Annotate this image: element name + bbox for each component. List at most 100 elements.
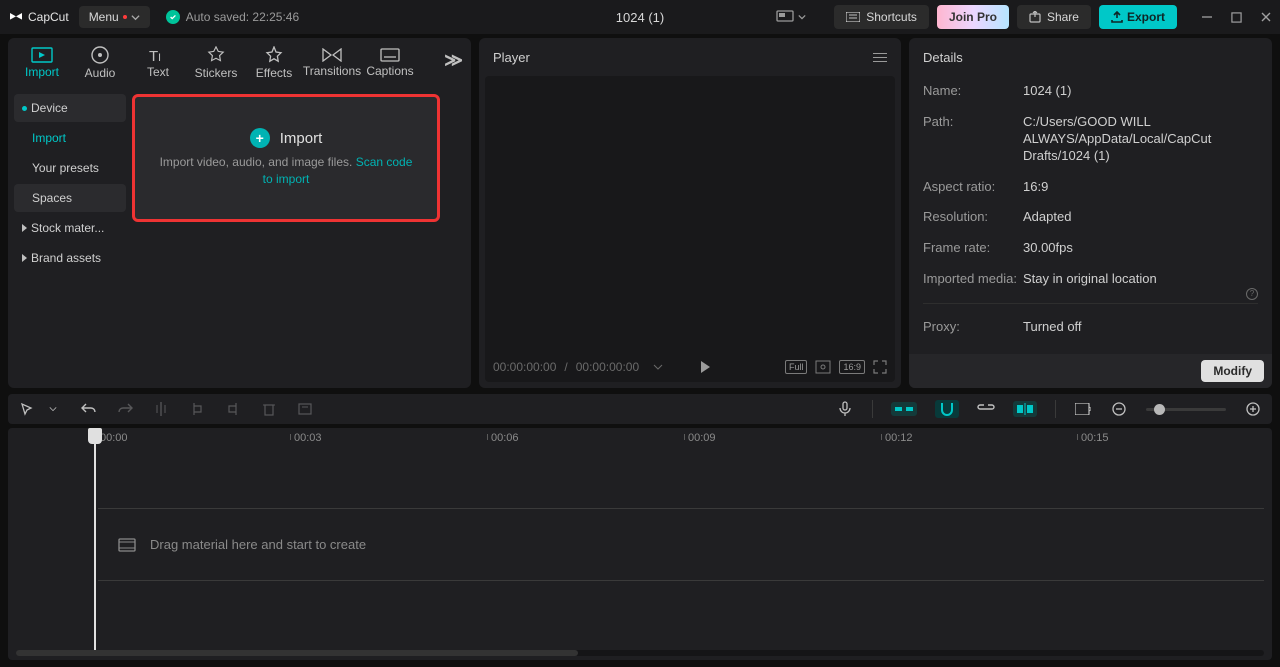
import-icon xyxy=(31,47,53,63)
tree-label: Device xyxy=(31,101,68,115)
full-button[interactable]: Full xyxy=(785,360,808,374)
modify-button[interactable]: Modify xyxy=(1201,360,1264,382)
mic-button[interactable] xyxy=(836,400,854,418)
viewport-ratio-button[interactable] xyxy=(776,10,826,24)
trim-left-tool[interactable] xyxy=(188,400,206,418)
detail-res-label: Resolution: xyxy=(923,209,1023,226)
brand-text: CapCut xyxy=(28,10,69,24)
tree-presets[interactable]: Your presets xyxy=(14,154,126,182)
tab-label: Captions xyxy=(366,64,413,78)
cursor-dropdown[interactable] xyxy=(44,400,62,418)
export-button[interactable]: Export xyxy=(1099,5,1177,29)
share-label: Share xyxy=(1047,10,1079,24)
time-current: 00:00:00:00 xyxy=(493,360,556,374)
tree-import[interactable]: Import xyxy=(14,124,126,152)
export-label: Export xyxy=(1127,10,1165,24)
export-icon xyxy=(1111,11,1123,23)
chevron-down-icon xyxy=(131,13,140,22)
tree-spaces[interactable]: Spaces xyxy=(14,184,126,212)
split-tool[interactable] xyxy=(152,400,170,418)
tab-text[interactable]: TI Text xyxy=(130,40,186,86)
tab-captions[interactable]: Captions xyxy=(362,40,418,86)
timeline[interactable]: 00:00 00:03 00:06 00:09 00:12 00:15 Drag… xyxy=(8,428,1272,660)
zoom-out-button[interactable] xyxy=(1110,400,1128,418)
track-area[interactable]: Drag material here and start to create xyxy=(98,508,1264,588)
tab-label: Import xyxy=(25,65,59,79)
tab-label: Stickers xyxy=(195,66,238,80)
chevron-down-icon[interactable] xyxy=(653,362,663,372)
ratio-button[interactable]: 16:9 xyxy=(839,360,865,374)
join-pro-button[interactable]: Join Pro xyxy=(937,5,1009,29)
svg-text:T: T xyxy=(149,48,158,63)
tree-stock[interactable]: Stock mater... xyxy=(14,214,126,242)
tab-stickers[interactable]: Stickers xyxy=(188,40,244,86)
text-icon: TI xyxy=(149,47,167,63)
ruler-tick: 00:15 xyxy=(1081,432,1109,444)
timeline-ruler[interactable]: 00:00 00:03 00:06 00:09 00:12 00:15 xyxy=(8,428,1272,448)
window-minimize-button[interactable] xyxy=(1201,11,1213,23)
caret-right-icon xyxy=(22,224,27,232)
slider-knob[interactable] xyxy=(1154,404,1165,415)
audio-icon xyxy=(91,46,109,64)
track-view-button[interactable] xyxy=(1074,400,1092,418)
keyboard-icon xyxy=(846,12,860,22)
window-maximize-button[interactable] xyxy=(1231,12,1242,23)
notification-dot-icon xyxy=(123,15,127,19)
preview-toggle[interactable] xyxy=(1013,401,1037,417)
import-title: Import xyxy=(280,130,323,147)
snap-toggle[interactable] xyxy=(891,402,917,416)
tree-device[interactable]: Device xyxy=(14,94,126,122)
tab-transitions[interactable]: Transitions xyxy=(304,40,360,86)
tab-import[interactable]: Import xyxy=(14,40,70,86)
zoom-in-button[interactable] xyxy=(1244,400,1262,418)
timeline-scrollbar[interactable] xyxy=(16,650,1264,656)
captions-icon xyxy=(380,48,400,62)
scrollbar-thumb[interactable] xyxy=(16,650,578,656)
player-menu-button[interactable] xyxy=(873,53,887,62)
window-close-button[interactable] xyxy=(1260,11,1272,23)
details-panel: Details Name:1024 (1) Path:C:/Users/GOOD… xyxy=(909,38,1272,388)
detail-proxy-value: Turned off xyxy=(1023,319,1082,336)
info-icon[interactable]: ? xyxy=(1246,288,1258,300)
tab-audio[interactable]: Audio xyxy=(72,40,128,86)
effects-icon xyxy=(265,46,283,64)
drag-hint-text: Drag material here and start to create xyxy=(150,537,366,552)
tab-effects[interactable]: Effects xyxy=(246,40,302,86)
playhead-handle[interactable] xyxy=(88,428,102,444)
shortcuts-button[interactable]: Shortcuts xyxy=(834,5,929,29)
aspect-icon xyxy=(776,10,794,24)
redo-button[interactable] xyxy=(116,400,134,418)
cursor-tool[interactable] xyxy=(18,400,36,418)
more-tabs-button[interactable]: ≫ xyxy=(444,50,463,71)
scan-frame-icon[interactable] xyxy=(815,360,831,374)
tree-brand[interactable]: Brand assets xyxy=(14,244,126,272)
media-source-tree: Device Import Your presets Spaces Stock … xyxy=(8,88,132,388)
import-dropzone[interactable]: + Import Import video, audio, and image … xyxy=(132,94,440,222)
divider xyxy=(872,400,873,418)
share-button[interactable]: Share xyxy=(1017,5,1091,29)
crop-tool[interactable] xyxy=(296,400,314,418)
detail-fps-label: Frame rate: xyxy=(923,240,1023,257)
zoom-slider[interactable] xyxy=(1146,408,1226,411)
undo-button[interactable] xyxy=(80,400,98,418)
share-icon xyxy=(1029,11,1041,23)
play-button[interactable] xyxy=(701,361,710,373)
menu-label: Menu xyxy=(89,10,119,24)
player-header: Player xyxy=(493,50,530,65)
trim-right-tool[interactable] xyxy=(224,400,242,418)
player-viewport[interactable]: 00:00:00:00 / 00:00:00:00 Full 16:9 xyxy=(485,76,895,382)
time-sep: / xyxy=(564,360,567,374)
divider xyxy=(1055,400,1056,418)
detail-path-value: C:/Users/GOOD WILL ALWAYS/AppData/Local/… xyxy=(1023,114,1258,165)
expand-icon[interactable] xyxy=(873,360,887,374)
detail-name-label: Name: xyxy=(923,83,1023,100)
detail-imported-label: Imported media: xyxy=(923,271,1023,288)
link-toggle[interactable] xyxy=(977,400,995,418)
magnet-toggle[interactable] xyxy=(935,400,959,418)
transitions-icon xyxy=(322,48,342,62)
chevron-down-icon xyxy=(798,13,806,21)
menu-button[interactable]: Menu xyxy=(79,6,150,28)
import-desc-text: Import video, audio, and image files. xyxy=(160,155,356,169)
autosave-text: Auto saved: 22:25:46 xyxy=(186,10,299,24)
delete-tool[interactable] xyxy=(260,400,278,418)
